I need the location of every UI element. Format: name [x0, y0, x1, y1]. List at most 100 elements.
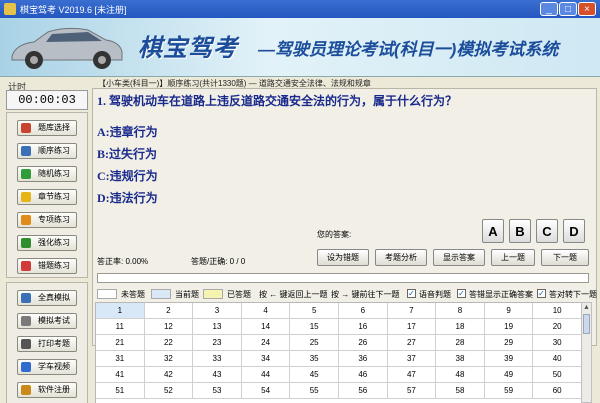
practice-button-0[interactable]: 题库选择: [17, 120, 77, 136]
question-cell[interactable]: 40: [533, 351, 582, 367]
question-cell[interactable]: 35: [290, 351, 339, 367]
question-cell[interactable]: 4: [241, 303, 291, 319]
question-cell[interactable]: 25: [290, 335, 339, 351]
mark-wrong-button[interactable]: 设为错题: [317, 249, 369, 266]
exam-label-0: 全真模拟: [38, 293, 70, 302]
question-cell[interactable]: 39: [484, 351, 534, 367]
option-c[interactable]: C:违规行为: [97, 167, 158, 184]
unanswered-swatch: [97, 289, 117, 299]
question-cell[interactable]: 58: [436, 383, 485, 399]
question-cell[interactable]: 53: [193, 383, 242, 399]
question-cell[interactable]: 43: [193, 367, 242, 383]
analysis-button[interactable]: 考题分析: [375, 249, 427, 266]
question-cell[interactable]: 24: [241, 335, 291, 351]
key-icon: [21, 385, 31, 395]
exam-button-0[interactable]: 全真模拟: [17, 290, 77, 306]
exam-button-1[interactable]: 模拟考试: [17, 313, 77, 329]
question-cell[interactable]: 47: [387, 367, 437, 383]
question-cell[interactable]: 48: [436, 367, 485, 383]
exam-label-2: 打印考题: [38, 339, 70, 348]
question-cell[interactable]: 38: [436, 351, 485, 367]
auto-next-checkbox[interactable]: ✓: [537, 289, 546, 298]
question-cell[interactable]: 27: [387, 335, 437, 351]
question-cell[interactable]: 34: [241, 351, 291, 367]
question-cell[interactable]: 36: [339, 351, 388, 367]
question-cell[interactable]: 51: [96, 383, 145, 399]
question-cell[interactable]: 54: [241, 383, 291, 399]
question-cell[interactable]: 52: [144, 383, 194, 399]
scroll-thumb[interactable]: [583, 314, 590, 334]
answer-a-button[interactable]: A: [482, 219, 504, 243]
question-cell[interactable]: 21: [96, 335, 145, 351]
question-cell[interactable]: 59: [484, 383, 534, 399]
grid-scrollbar[interactable]: ▲: [581, 302, 592, 403]
question-cell[interactable]: 26: [339, 335, 388, 351]
question-cell[interactable]: 9: [484, 303, 534, 319]
question-cell[interactable]: 12: [144, 319, 194, 335]
question-cell[interactable]: 14: [241, 319, 291, 335]
question-cell[interactable]: 2: [144, 303, 194, 319]
question-cell[interactable]: 49: [484, 367, 534, 383]
show-answer-button[interactable]: 显示答案: [433, 249, 485, 266]
practice-button-6[interactable]: 错题练习: [17, 258, 77, 274]
question-cell[interactable]: 18: [436, 319, 485, 335]
question-cell[interactable]: 57: [387, 383, 437, 399]
flag-icon: [21, 261, 31, 271]
practice-button-4[interactable]: 专项练习: [17, 212, 77, 228]
question-cell[interactable]: 31: [96, 351, 145, 367]
question-cell[interactable]: 13: [193, 319, 242, 335]
question-cell[interactable]: 32: [144, 351, 194, 367]
practice-button-5[interactable]: 强化练习: [17, 235, 77, 251]
practice-button-1[interactable]: 顺序练习: [17, 143, 77, 159]
question-cell[interactable]: 5: [290, 303, 339, 319]
minimize-button[interactable]: _: [540, 2, 558, 16]
question-cell[interactable]: 7: [387, 303, 437, 319]
question-cell[interactable]: 56: [339, 383, 388, 399]
question-cell[interactable]: 33: [193, 351, 242, 367]
show-correct-checkbox[interactable]: ✓: [457, 289, 466, 298]
exam-button-2[interactable]: 打印考题: [17, 336, 77, 352]
question-cell[interactable]: 16: [339, 319, 388, 335]
question-cell[interactable]: 19: [484, 319, 534, 335]
voice-judge-checkbox[interactable]: ✓: [407, 289, 416, 298]
question-cell[interactable]: 37: [387, 351, 437, 367]
practice-button-2[interactable]: 随机练习: [17, 166, 77, 182]
question-cell[interactable]: 41: [96, 367, 145, 383]
question-cell[interactable]: 6: [339, 303, 388, 319]
prev-question-button[interactable]: 上一题: [491, 249, 535, 266]
question-cell[interactable]: 3: [193, 303, 242, 319]
question-cell[interactable]: 28: [436, 335, 485, 351]
question-cell[interactable]: 17: [387, 319, 437, 335]
question-cell[interactable]: 42: [144, 367, 194, 383]
question-cell[interactable]: 10: [533, 303, 582, 319]
question-cell[interactable]: 29: [484, 335, 534, 351]
question-cell[interactable]: 23: [193, 335, 242, 351]
question-cell[interactable]: 20: [533, 319, 582, 335]
question-cell[interactable]: 60: [533, 383, 582, 399]
question-cell[interactable]: 11: [96, 319, 145, 335]
exam-button-4[interactable]: 软件注册: [17, 382, 77, 398]
question-cell[interactable]: 45: [290, 367, 339, 383]
question-cell[interactable]: 8: [436, 303, 485, 319]
question-cell[interactable]: 55: [290, 383, 339, 399]
option-b[interactable]: B:过失行为: [97, 145, 157, 162]
close-button[interactable]: ×: [578, 2, 596, 16]
unanswered-label: 未答题: [121, 290, 145, 299]
answer-d-button[interactable]: D: [563, 219, 585, 243]
exam-button-3[interactable]: 学车视频: [17, 359, 77, 375]
next-question-button[interactable]: 下一题: [541, 249, 589, 266]
option-d[interactable]: D:违法行为: [97, 189, 158, 206]
answer-c-button[interactable]: C: [536, 219, 558, 243]
question-cell[interactable]: 50: [533, 367, 582, 383]
question-cell[interactable]: 1: [96, 303, 145, 319]
question-cell[interactable]: 46: [339, 367, 388, 383]
option-a[interactable]: A:违章行为: [97, 123, 158, 140]
answer-b-button[interactable]: B: [509, 219, 531, 243]
question-cell[interactable]: 30: [533, 335, 582, 351]
question-cell[interactable]: 44: [241, 367, 291, 383]
practice-button-3[interactable]: 章节练习: [17, 189, 77, 205]
scroll-up-icon[interactable]: ▲: [582, 303, 591, 313]
maximize-button[interactable]: □: [559, 2, 577, 16]
question-cell[interactable]: 22: [144, 335, 194, 351]
question-cell[interactable]: 15: [290, 319, 339, 335]
